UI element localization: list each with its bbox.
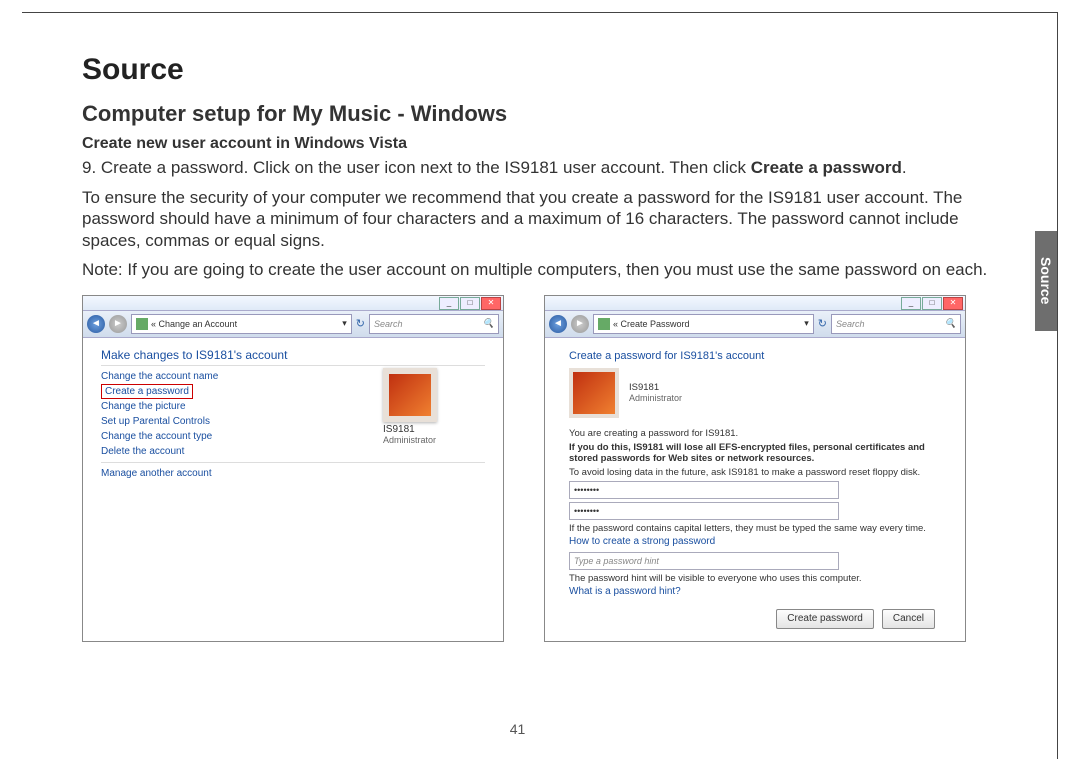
account-name: IS9181 [629, 382, 682, 393]
step-paragraph: 9. Create a password. Click on the user … [82, 157, 1007, 179]
close-icon[interactable]: ✕ [943, 297, 963, 310]
password-mask: •••••••• [574, 506, 599, 516]
password-field-2[interactable]: •••••••• [569, 502, 839, 520]
step-text: 9. Create a password. Click on the user … [82, 158, 751, 177]
link-delete-account[interactable]: Delete the account [101, 444, 485, 459]
search-placeholder: Search [836, 319, 865, 329]
account-name: IS9181 [383, 424, 493, 435]
avatar [383, 368, 437, 422]
avatar [569, 368, 619, 418]
side-tab-label: Source [1038, 257, 1054, 304]
step-period: . [902, 158, 907, 177]
search-placeholder: Search [374, 319, 403, 329]
search-input[interactable]: Search🔍 [831, 314, 961, 334]
refresh-icon[interactable]: ↻ [356, 317, 365, 330]
info-line-2: If you do this, IS9181 will lose all EFS… [569, 442, 941, 464]
account-card: IS9181 Administrator [383, 368, 493, 445]
info-line-1: You are creating a password for IS9181. [569, 428, 941, 439]
body-paragraph-1: To ensure the security of your computer … [82, 187, 1007, 252]
control-panel-icon [136, 318, 148, 330]
section-heading: Create new user account in Windows Vista [82, 135, 1007, 153]
account-role: Administrator [629, 393, 682, 403]
control-panel-icon [598, 318, 610, 330]
page-number: 41 [22, 721, 1013, 737]
page-subtitle: Computer setup for My Music - Windows [82, 101, 1007, 127]
maximize-icon[interactable]: □ [460, 297, 480, 310]
link-manage-another[interactable]: Manage another account [101, 466, 485, 481]
hint-help: The password hint will be visible to eve… [569, 573, 941, 584]
back-icon[interactable]: ◄ [87, 315, 105, 333]
hint-field[interactable]: Type a password hint [569, 552, 839, 570]
forward-icon[interactable]: ► [571, 315, 589, 333]
address-bar[interactable]: « Change an Account▾ [131, 314, 352, 334]
screenshot-create-password: _ □ ✕ ◄ ► « Create Password▾ ↻ Search🔍 C… [544, 295, 966, 642]
page-title: Source [82, 53, 1007, 87]
back-icon[interactable]: ◄ [549, 315, 567, 333]
link-strong-password[interactable]: How to create a strong password [569, 534, 941, 549]
maximize-icon[interactable]: □ [922, 297, 942, 310]
page-content: Source Computer setup for My Music - Win… [22, 13, 1057, 642]
info-line-3: To avoid losing data in the future, ask … [569, 467, 941, 478]
step-bold: Create a password [751, 158, 902, 177]
caps-help: If the password contains capital letters… [569, 523, 941, 534]
search-input[interactable]: Search🔍 [369, 314, 499, 334]
window-titlebar: _ □ ✕ [545, 296, 965, 311]
window-nav: ◄ ► « Change an Account▾ ↻ Search🔍 [83, 311, 503, 338]
breadcrumb-text: « Create Password [613, 319, 690, 329]
minimize-icon[interactable]: _ [901, 297, 921, 310]
window-titlebar: _ □ ✕ [83, 296, 503, 311]
close-icon[interactable]: ✕ [481, 297, 501, 310]
side-tab: Source [1035, 231, 1057, 331]
account-heading: Make changes to IS9181's account [101, 348, 485, 362]
create-password-button[interactable]: Create password [776, 609, 874, 629]
body-paragraph-2: Note: If you are going to create the use… [82, 259, 1007, 281]
password-field-1[interactable]: •••••••• [569, 481, 839, 499]
password-mask: •••••••• [574, 485, 599, 495]
account-role: Administrator [383, 435, 493, 445]
link-what-is-hint[interactable]: What is a password hint? [569, 584, 941, 599]
forward-icon[interactable]: ► [109, 315, 127, 333]
minimize-icon[interactable]: _ [439, 297, 459, 310]
address-bar[interactable]: « Create Password▾ [593, 314, 814, 334]
window-nav: ◄ ► « Create Password▾ ↻ Search🔍 [545, 311, 965, 338]
refresh-icon[interactable]: ↻ [818, 317, 827, 330]
screenshot-change-account: _ □ ✕ ◄ ► « Change an Account▾ ↻ Search🔍… [82, 295, 504, 642]
breadcrumb-text: « Change an Account [151, 319, 237, 329]
create-pw-heading: Create a password for IS9181's account [569, 350, 941, 362]
cancel-button[interactable]: Cancel [882, 609, 935, 629]
link-create-password[interactable]: Create a password [101, 384, 193, 399]
hint-placeholder: Type a password hint [574, 556, 659, 566]
